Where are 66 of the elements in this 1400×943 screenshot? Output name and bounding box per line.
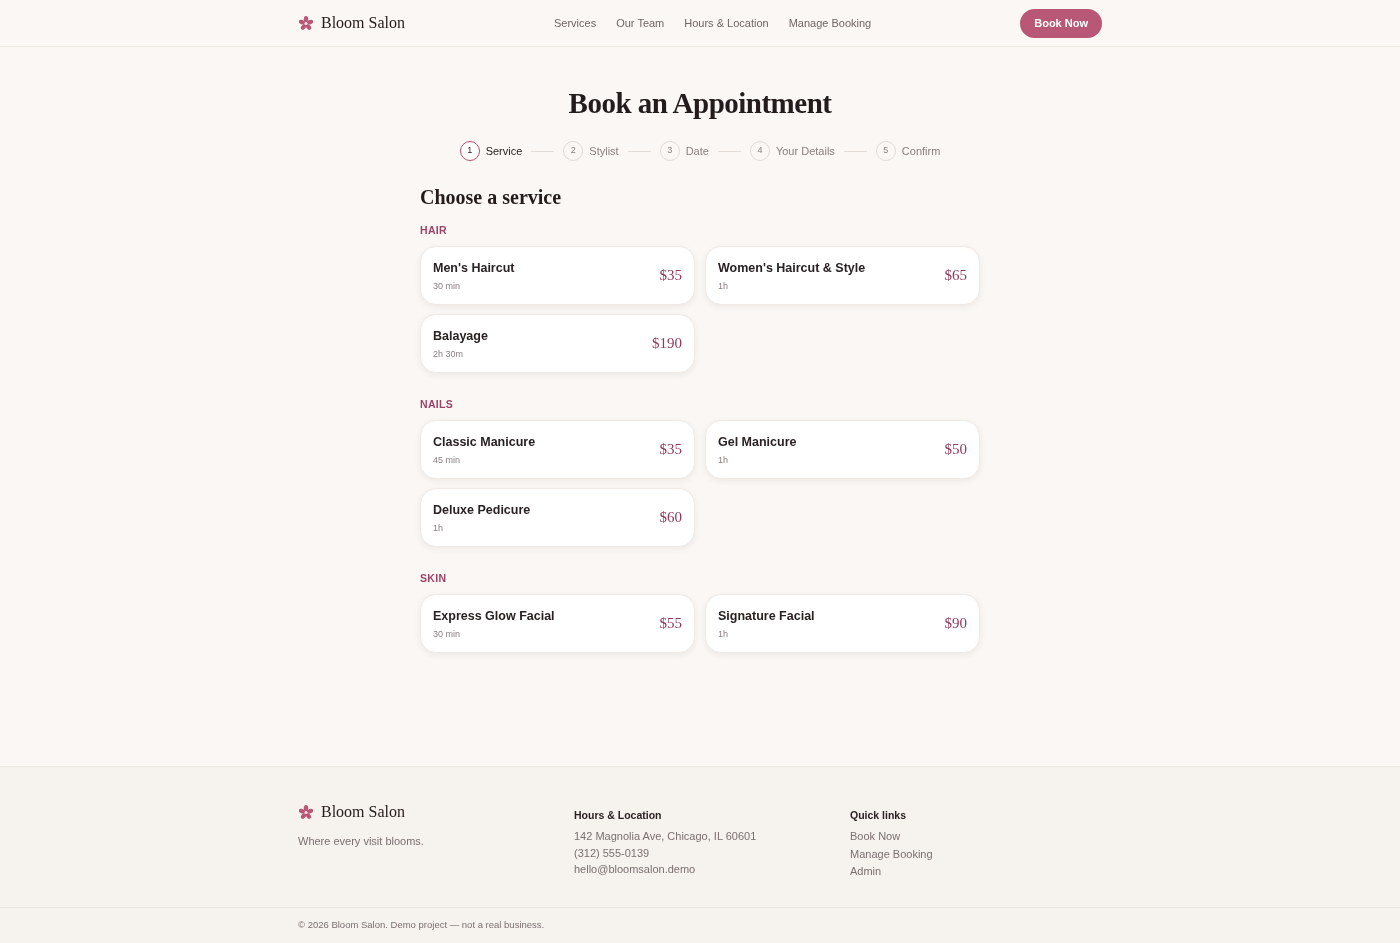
step-number: 1 (459, 141, 480, 161)
service-duration: 30 min (433, 627, 461, 640)
contact-text: 142 Magnolia Ave, Chicago, IL 60601 (574, 829, 757, 844)
nav-link[interactable]: Manage Booking (788, 14, 872, 32)
tagline-text: Where every visit blooms. (298, 834, 425, 849)
nav-link[interactable]: Hours & Location (684, 14, 769, 32)
service-price: $65 (944, 266, 967, 286)
service-name: Men's Haircut (433, 259, 515, 277)
service-name: Deluxe Pedicure (433, 501, 531, 519)
footer-heading: Hours & Location (574, 808, 663, 823)
service-duration: 45 min (433, 453, 461, 466)
step-number: 3 (659, 141, 680, 161)
service-duration: 1h (718, 627, 729, 640)
page-title: Book an Appointment (567, 86, 833, 121)
service-price: $50 (944, 440, 967, 460)
service-name: Balayage (433, 327, 488, 345)
nav-link[interactable]: Services (554, 14, 597, 32)
contact-text: hello@bloomsalon.demo (574, 862, 696, 877)
step-label: Date (685, 143, 709, 159)
service-name: Signature Facial (718, 607, 815, 625)
service-price: $35 (659, 266, 682, 286)
step-number: 4 (749, 141, 770, 161)
flower-logo-icon (299, 805, 313, 819)
service-card[interactable]: Women's Haircut & Style 1h $65 (705, 246, 980, 305)
service-duration: 2h 30m (433, 347, 465, 360)
category-label: NAILS (420, 397, 454, 412)
service-card[interactable]: Deluxe Pedicure 1h $60 (420, 488, 695, 547)
service-card[interactable]: Signature Facial 1h $90 (705, 594, 980, 653)
step-label: Confirm (901, 143, 941, 159)
service-price: $90 (944, 614, 967, 634)
service-card[interactable]: Men's Haircut 30 min $35 (420, 246, 695, 305)
service-card[interactable]: Classic Manicure 45 min $35 (420, 420, 695, 479)
service-name: Express Glow Facial (433, 607, 555, 625)
step-label: Stylist (589, 143, 619, 159)
service-price: $190 (652, 334, 682, 354)
brand-name[interactable]: Bloom Salon (321, 12, 405, 34)
footer-link[interactable]: Admin (850, 863, 882, 879)
service-card[interactable]: Express Glow Facial 30 min $55 (420, 594, 695, 653)
service-duration: 1h (433, 521, 444, 534)
flower-logo-icon (299, 16, 313, 30)
nav-link[interactable]: Our Team (616, 14, 665, 32)
step-number: 2 (563, 141, 584, 161)
service-duration: 1h (718, 279, 729, 292)
service-card[interactable]: Balayage 2h 30m $190 (420, 314, 695, 373)
footer-link[interactable]: Manage Booking (850, 845, 933, 862)
service-name: Gel Manicure (718, 433, 797, 451)
book-now-button[interactable]: Book Now (1020, 8, 1102, 38)
step-number: 5 (875, 141, 896, 161)
copyright-text: © 2026 Bloom Salon. Demo project — not a real business. (298, 918, 545, 933)
footer-heading: Quick links (850, 808, 908, 823)
service-name: Women's Haircut & Style (718, 259, 866, 277)
service-duration: 30 min (433, 279, 461, 292)
service-card[interactable]: Gel Manicure 1h $50 (705, 420, 980, 479)
service-name: Classic Manicure (433, 433, 536, 451)
service-price: $60 (659, 508, 682, 528)
category-label: HAIR (420, 223, 448, 238)
service-duration: 1h (718, 453, 729, 466)
brand-name: Bloom Salon (321, 802, 405, 822)
service-price: $35 (659, 440, 682, 460)
service-price: $55 (659, 614, 682, 634)
contact-text: (312) 555-0139 (574, 846, 650, 861)
category-label: SKIN (420, 571, 448, 586)
section-title: Choose a service (420, 185, 563, 210)
step-label: Your Details (775, 143, 835, 159)
step-label: Service (485, 143, 523, 159)
footer-link[interactable]: Book Now (850, 828, 901, 844)
